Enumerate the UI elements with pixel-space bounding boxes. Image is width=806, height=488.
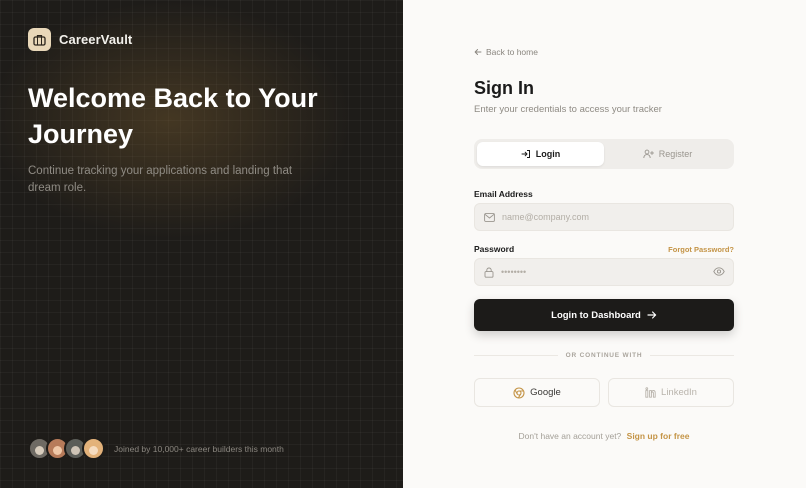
avatar-group xyxy=(28,437,105,460)
divider-text: OR CONTINUE WITH xyxy=(565,351,643,359)
social-proof-text: Joined by 10,000+ career builders this m… xyxy=(114,443,284,454)
avatar xyxy=(82,437,105,460)
sign-up-link[interactable]: Sign up for free xyxy=(627,431,690,441)
tab-login-label: Login xyxy=(535,149,561,159)
forgot-password-link[interactable]: Forgot Password? xyxy=(660,245,734,254)
signup-prompt-text: Don't have an account yet? xyxy=(518,431,622,441)
google-icon xyxy=(513,386,525,399)
sign-in-panel: Back to home Sign In Enter your credenti… xyxy=(403,0,806,488)
tab-register[interactable]: Register xyxy=(604,142,731,166)
lock-icon xyxy=(484,267,494,278)
linkedin-button-label: LinkedIn xyxy=(661,387,697,398)
login-button-label: Login to Dashboard xyxy=(551,309,641,321)
tab-login[interactable]: Login xyxy=(477,142,604,166)
add-user-icon xyxy=(643,149,654,159)
email-field[interactable]: name@company.com xyxy=(474,203,734,231)
back-to-home-link[interactable]: Back to home xyxy=(474,47,538,57)
or-continue-divider: OR CONTINUE WITH xyxy=(474,350,734,360)
email-label: Email Address xyxy=(474,189,533,199)
page-title: Sign In xyxy=(474,78,534,98)
linkedin-sign-in-button[interactable]: LinkedIn xyxy=(608,378,734,407)
social-proof: Joined by 10,000+ career builders this m… xyxy=(28,437,284,460)
arrow-right-icon xyxy=(647,311,657,319)
auth-tabs: Login Register xyxy=(474,139,734,169)
password-label: Password xyxy=(474,244,515,254)
brand-name: CareerVault xyxy=(59,32,133,47)
arrow-left-icon xyxy=(474,49,482,55)
password-field[interactable]: •••••••• xyxy=(474,258,734,286)
eye-icon[interactable] xyxy=(713,267,725,276)
hero-title: Welcome Back to Your Journey xyxy=(28,83,318,149)
back-link-label: Back to home xyxy=(486,47,538,57)
linkedin-icon xyxy=(645,387,656,398)
hero-panel: CareerVault Welcome Back to Your Journey… xyxy=(0,0,403,488)
page-subtitle: Enter your credentials to access your tr… xyxy=(474,104,662,115)
divider-line xyxy=(474,354,558,356)
google-button-label: Google xyxy=(530,387,561,398)
divider-line xyxy=(650,354,734,356)
password-placeholder: •••••••• xyxy=(501,267,527,277)
hero-subtitle: Continue tracking your applications and … xyxy=(28,165,293,194)
tab-register-label: Register xyxy=(658,149,693,159)
login-to-dashboard-button[interactable]: Login to Dashboard xyxy=(474,299,734,331)
briefcase-icon xyxy=(28,28,51,51)
email-placeholder: name@company.com xyxy=(502,212,590,222)
login-icon xyxy=(521,150,530,158)
signup-prompt: Don't have an account yet? Sign up for f… xyxy=(474,431,734,441)
brand[interactable]: CareerVault xyxy=(28,28,132,51)
google-sign-in-button[interactable]: Google xyxy=(474,378,600,407)
mail-icon xyxy=(484,212,495,222)
